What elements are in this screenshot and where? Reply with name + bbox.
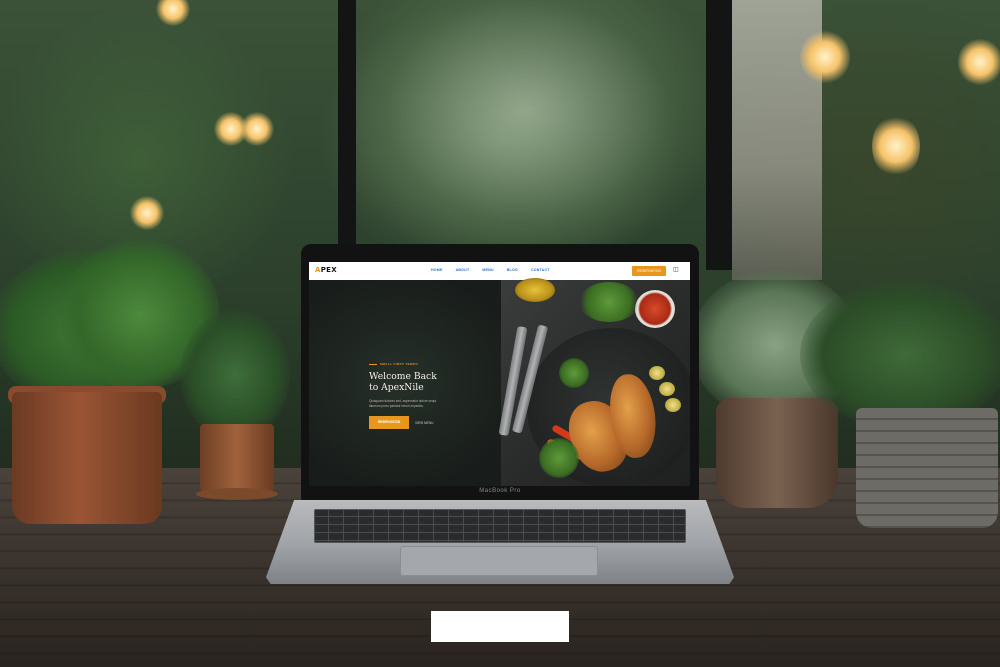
site-navbar: APEX HOME ABOUT MENU BLOG CONTACT RESERV… [309,262,690,280]
nav-link-menu[interactable]: MENU [482,268,493,272]
mustard-bowl [515,278,555,302]
bokeh-light [872,114,920,178]
nav-link-home[interactable]: HOME [431,268,443,272]
bokeh-light [958,38,1000,86]
hero-title-line: Welcome Back [369,371,437,382]
nav-link-blog[interactable]: BLOG [507,268,518,272]
sauce-bowl [635,290,675,328]
herb-garnish [559,358,589,388]
bokeh-light [130,196,164,230]
laptop-model-label: MacBook Pro [479,488,521,494]
laptop-keyboard [314,509,686,543]
metal-pot [856,408,998,528]
herb-garnish [579,282,639,322]
nav-link-contact[interactable]: CONTACT [531,268,550,272]
zucchini-slice [659,382,675,396]
zucchini-slice [665,398,681,412]
herb-garnish [539,438,579,478]
laptop-trackpad [400,546,598,576]
hero-title-line: to ApexNile [369,382,424,393]
clay-pot [716,398,838,508]
view-menu-link[interactable]: VIEW MENU [415,421,433,425]
eyebrow-text: SMALL FIRST TEMPO [380,362,419,366]
site-logo[interactable]: APEX [315,266,337,274]
window-pane [356,0,706,250]
hero-content: SMALL FIRST TEMPO Welcome Back to ApexNi… [369,362,489,430]
window-frame [338,0,356,250]
blank-white-block [431,611,569,642]
laptop-screen: APEX HOME ABOUT MENU BLOG CONTACT RESERV… [309,262,690,486]
terracotta-pot [12,392,162,524]
pot-saucer [196,488,278,500]
nav-links: HOME ABOUT MENU BLOG CONTACT [431,268,550,272]
hero-actions: RESERVATION VIEW MENU [369,416,489,430]
bokeh-light [800,30,850,84]
hero-title: Welcome Back to ApexNile [369,371,489,393]
small-pot [200,424,274,496]
zucchini-slice [649,366,665,380]
photo-scene: MacBook Pro APEX HOME ABOUT MENU BLOG CO… [0,0,1000,667]
shopping-bag-icon[interactable]: ◫ [673,267,679,274]
hero-reservation-button[interactable]: RESERVATION [369,416,409,430]
plant-foliage [180,310,290,440]
hero-eyebrow: SMALL FIRST TEMPO [369,362,489,366]
eyebrow-line [369,363,377,365]
reservation-button[interactable]: RESERVATION [632,266,666,276]
nav-link-about[interactable]: ABOUT [456,268,470,272]
bokeh-light [240,112,274,146]
hero-description: Quisquam dolores sed, aspernatur dolore … [369,399,437,408]
window-frame [706,0,732,270]
